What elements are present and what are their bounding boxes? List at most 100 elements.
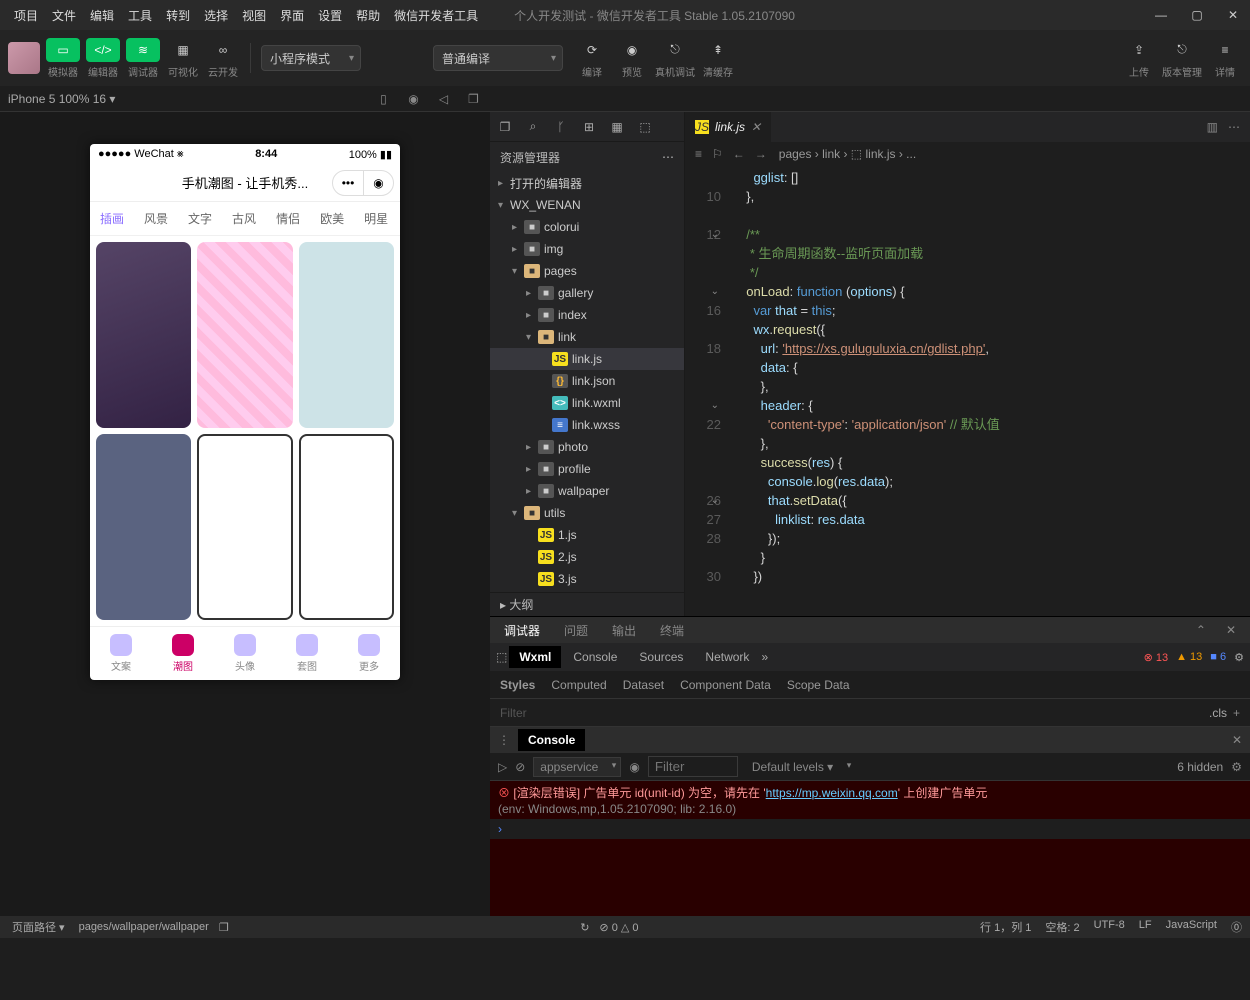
collapse-icon[interactable]: ⌃ xyxy=(1192,621,1210,639)
capsule-close[interactable]: ◉ xyxy=(363,171,393,195)
warn-count[interactable]: ▲ 13 xyxy=(1176,651,1202,663)
tab-console[interactable]: Console xyxy=(563,646,627,668)
context-select[interactable]: appservice xyxy=(533,757,621,777)
cursor-pos[interactable]: 行 1，列 1 xyxy=(980,919,1031,935)
tree-node[interactable]: JS1.js xyxy=(490,524,684,546)
problems[interactable]: ⊘ 0 △ 0 xyxy=(599,921,638,934)
tabbar-item[interactable]: 更多 xyxy=(358,634,380,673)
console-settings-icon[interactable]: ⚙ xyxy=(1231,760,1242,774)
page-path-label[interactable]: 页面路径 ▾ xyxy=(8,919,69,935)
tree-node[interactable]: {}link.json xyxy=(490,370,684,392)
list-icon[interactable]: ≡ xyxy=(695,147,702,161)
tree-node[interactable]: ▾■pages xyxy=(490,260,684,282)
tree-node[interactable]: ▸打开的编辑器 xyxy=(490,172,684,194)
debug-icon[interactable]: ⊞ xyxy=(582,120,596,134)
split-icon[interactable]: ▥ xyxy=(1207,120,1218,134)
tab-sources[interactable]: Sources xyxy=(629,646,693,668)
capsule-menu[interactable]: ••• xyxy=(333,171,363,195)
menu-item[interactable]: 设置 xyxy=(312,5,348,26)
inspect-icon[interactable]: ⬚ xyxy=(496,650,507,664)
tree-node[interactable]: ▸■index xyxy=(490,304,684,326)
eye-icon[interactable]: ◉ xyxy=(629,760,639,774)
tabbar-item[interactable]: 潮图 xyxy=(172,634,194,673)
search-icon[interactable]: ⌕ xyxy=(526,119,540,134)
mute-icon[interactable]: ◁ xyxy=(435,92,451,106)
tree-node[interactable]: ▸■wallpaper xyxy=(490,480,684,502)
wallpaper-item[interactable] xyxy=(299,242,394,428)
menu-item[interactable]: 转到 xyxy=(160,5,196,26)
tabbar-item[interactable]: 文案 xyxy=(110,634,132,673)
console-link[interactable]: https://mp.weixin.qq.com xyxy=(766,786,898,800)
editor-tab[interactable]: JS link.js ✕ xyxy=(685,112,771,142)
add-style[interactable]: + xyxy=(1233,706,1240,720)
branch-icon[interactable]: ᚴ xyxy=(554,120,568,134)
dbg-top-tab[interactable]: 终端 xyxy=(656,620,688,641)
tool-button[interactable]: ≋ xyxy=(126,38,160,62)
tab-wxml[interactable]: Wxml xyxy=(509,646,561,668)
right-button[interactable]: ⇪ xyxy=(1122,38,1156,62)
wallpaper-item[interactable] xyxy=(197,242,292,428)
console-filter[interactable] xyxy=(648,756,738,777)
language[interactable]: JavaScript xyxy=(1166,919,1217,935)
tree-node[interactable]: ≡link.wxss xyxy=(490,414,684,436)
clear-icon[interactable]: ▷ xyxy=(498,760,507,774)
tree-node[interactable]: ▸■photo xyxy=(490,436,684,458)
tool-button[interactable]: ▦ xyxy=(166,38,200,62)
tool-button[interactable]: </> xyxy=(86,38,120,62)
tree-node[interactable]: ▸■gallery xyxy=(490,282,684,304)
tree-node[interactable]: ▾■utils xyxy=(490,502,684,524)
editor-body[interactable]: 1012⌄⌄1618⌄2226⌄272830 gglist: [] }, /**… xyxy=(685,166,1250,616)
device-select[interactable]: iPhone 5 100% 16 ▾ xyxy=(8,92,115,106)
style-tab[interactable]: Scope Data xyxy=(787,678,850,692)
eol[interactable]: LF xyxy=(1139,919,1152,935)
encoding[interactable]: UTF-8 xyxy=(1094,919,1125,935)
tree-node[interactable]: JSlink.js xyxy=(490,348,684,370)
style-tab[interactable]: Component Data xyxy=(680,678,771,692)
bookmark-icon[interactable]: ⚐ xyxy=(712,147,723,161)
tabbar-item[interactable]: 套图 xyxy=(296,634,318,673)
console-tab[interactable]: Console xyxy=(518,729,585,751)
copy-icon[interactable]: ❐ xyxy=(219,921,229,934)
close-icon[interactable]: ✕ xyxy=(1222,621,1240,639)
dbg-top-tab[interactable]: 输出 xyxy=(608,620,640,641)
menu-item[interactable]: 项目 xyxy=(8,5,44,26)
page-path[interactable]: pages/wallpaper/wallpaper xyxy=(79,921,209,933)
category-tab[interactable]: 欧美 xyxy=(310,210,354,227)
more-icon[interactable]: ⋯ xyxy=(1228,120,1240,134)
device-icon[interactable]: ▯ xyxy=(375,92,391,106)
more-tabs[interactable]: » xyxy=(761,650,768,664)
tree-node[interactable]: ▾■link xyxy=(490,326,684,348)
menu-item[interactable]: 工具 xyxy=(122,5,158,26)
levels-select[interactable]: Default levels ▾ xyxy=(746,758,855,776)
category-tab[interactable]: 情侣 xyxy=(266,210,310,227)
settings-icon[interactable]: ⚙ xyxy=(1234,651,1244,664)
tree-node[interactable]: ▸■profile xyxy=(490,458,684,480)
dbg-top-tab[interactable]: 调试器 xyxy=(500,620,544,641)
tree-node[interactable]: ▸■img xyxy=(490,238,684,260)
compile-select[interactable]: 普通编译 xyxy=(433,45,563,71)
filter-input[interactable]: Filter xyxy=(500,706,527,720)
close-button[interactable]: ✕ xyxy=(1224,8,1242,22)
ext-icon[interactable]: ▦ xyxy=(610,120,624,134)
tree-node[interactable]: ▸■colorui xyxy=(490,216,684,238)
info-count[interactable]: ■ 6 xyxy=(1210,651,1226,663)
sync-icon[interactable]: ↻ xyxy=(580,921,589,934)
console-close[interactable]: ✕ xyxy=(1232,733,1242,747)
menu-item[interactable]: 选择 xyxy=(198,5,234,26)
stop-icon[interactable]: ⊘ xyxy=(515,760,525,774)
tabbar-item[interactable]: 头像 xyxy=(234,634,256,673)
bell-icon[interactable]: ⓪ xyxy=(1231,919,1242,935)
compile-button[interactable]: ⟳ xyxy=(575,38,609,62)
fwd-icon[interactable]: → xyxy=(755,147,767,161)
category-tab[interactable]: 古风 xyxy=(222,210,266,227)
wallpaper-item[interactable] xyxy=(197,434,292,620)
compile-button[interactable]: ⇞ xyxy=(701,38,735,62)
menu-item[interactable]: 视图 xyxy=(236,5,272,26)
dbg-top-tab[interactable]: 问题 xyxy=(560,620,592,641)
tree-node[interactable]: ▾WX_WENAN xyxy=(490,194,684,216)
right-button[interactable]: ⎋ xyxy=(1165,38,1199,62)
console-prompt[interactable]: › xyxy=(490,819,1250,839)
tree-node[interactable]: JS2.js xyxy=(490,546,684,568)
category-tab[interactable]: 文字 xyxy=(178,210,222,227)
error-count[interactable]: ⊗ 13 xyxy=(1144,651,1169,664)
